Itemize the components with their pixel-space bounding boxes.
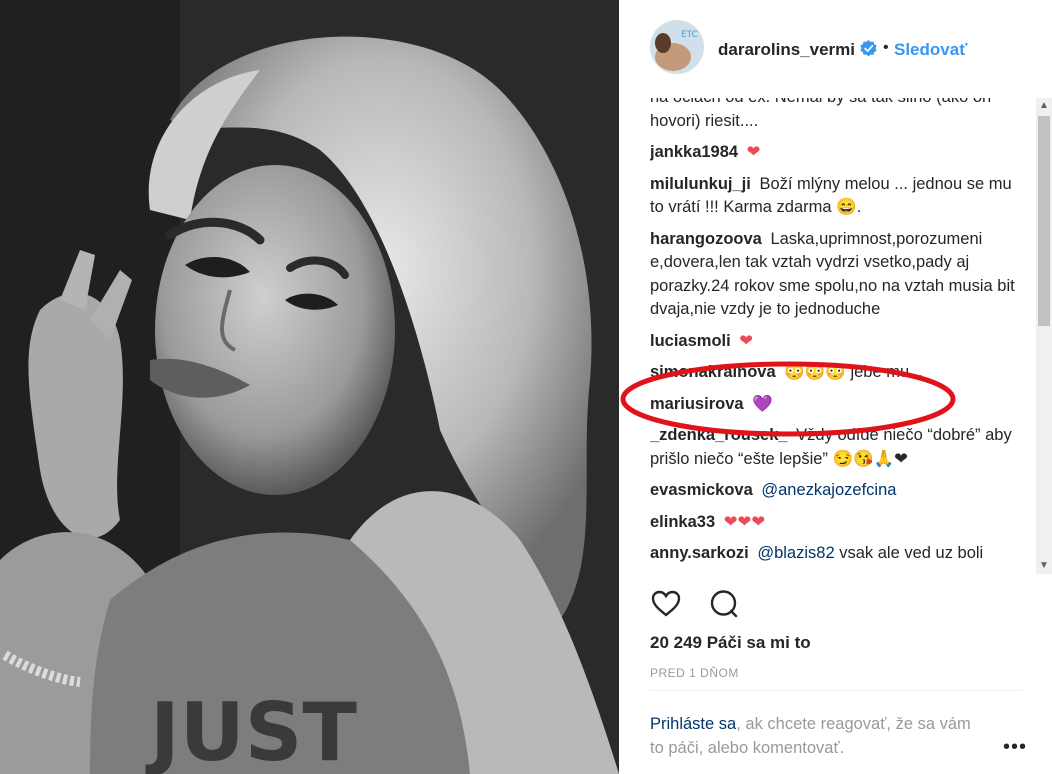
comment-username[interactable]: luciasmoli — [650, 332, 731, 350]
post-photo: JUST — [0, 0, 619, 774]
scroll-up-arrow-icon[interactable]: ▲ — [1036, 98, 1052, 114]
comment-text: jebe mu... — [850, 363, 923, 381]
comment-item: mariusirova 💜 — [650, 393, 1025, 417]
comment-text: na ociach od ex. Nemal by sa tak silno (… — [650, 98, 991, 130]
comment-item: anny.sarkozi @blazis82 vsak ale ved uz b… — [650, 542, 1025, 566]
post-timestamp: PRED 1 DŇOM — [650, 666, 739, 680]
comment-item: elinka33 ❤❤❤ — [650, 511, 1025, 535]
heart-outline-icon[interactable] — [650, 588, 682, 620]
comment-username[interactable]: anny.sarkozi — [650, 544, 749, 562]
emoji-group: 😏😘🙏❤ — [832, 449, 908, 468]
mention-link[interactable]: @blazis82 — [757, 544, 834, 562]
heart-emoji: ❤ — [746, 143, 761, 161]
scrollbar-thumb[interactable] — [1038, 116, 1050, 326]
comment-username[interactable]: mariusirova — [650, 395, 744, 413]
comment-username[interactable]: milulunkuj_ji — [650, 175, 751, 193]
likes-count[interactable]: 20 249 Páči sa mi to — [650, 633, 811, 653]
login-link[interactable]: Prihláste sa — [650, 715, 736, 733]
comment-item: evasmickova @anezkajozefcina — [650, 479, 1025, 503]
mention-link[interactable]: @anezkajozefcina — [761, 481, 896, 499]
comment-text: vsak ale ved uz boli — [839, 544, 984, 562]
username-link[interactable]: dararolins_vermi — [718, 40, 855, 60]
login-prompt: Prihláste sa, ak chcete reagovať, že sa … — [650, 712, 980, 760]
avatar-image: ETC — [651, 21, 703, 73]
avatar[interactable]: ETC — [650, 20, 704, 74]
avatar-badge-text: ETC — [681, 30, 698, 40]
speech-bubble-icon[interactable] — [708, 588, 740, 620]
post-actions — [650, 588, 762, 618]
comment-username[interactable]: _zdenka_rousek_ — [650, 426, 788, 444]
verified-badge-icon — [860, 40, 877, 57]
post-sidebar: ETC dararolins_vermi • Sledovať na ociac… — [619, 0, 1052, 774]
grin-emoji: 😄. — [836, 198, 862, 216]
hearts-emoji: ❤❤❤ — [723, 512, 766, 531]
comment-username[interactable]: simonakrainova — [650, 363, 776, 381]
comment-username[interactable]: jankka1984 — [650, 143, 738, 161]
comments-scrollbar[interactable]: ▲ ▼ — [1036, 98, 1052, 574]
purple-heart-emoji: 💜 — [752, 394, 773, 413]
svg-text:JUST: JUST — [145, 686, 357, 774]
divider — [650, 690, 1022, 691]
portrait-illustration: JUST — [0, 0, 619, 774]
comment-username[interactable]: harangozoova — [650, 230, 762, 248]
comment-item: na ociach od ex. Nemal by sa tak silno (… — [650, 98, 1025, 133]
more-options-icon[interactable]: ••• — [1003, 736, 1027, 759]
comment-item: milulunkuj_ji Boží mlýny melou ... jedno… — [650, 173, 1025, 220]
comment-username[interactable]: evasmickova — [650, 481, 753, 499]
comment-item: jankka1984 ❤ — [650, 141, 1025, 165]
scroll-down-arrow-icon[interactable]: ▼ — [1036, 558, 1052, 574]
comment-username[interactable]: elinka33 — [650, 513, 715, 531]
comments-list[interactable]: na ociach od ex. Nemal by sa tak silno (… — [650, 98, 1035, 574]
follow-button[interactable]: Sledovať — [894, 40, 967, 60]
flushed-emoji: 😳😳😳 — [784, 363, 846, 381]
header-separator: • — [883, 39, 889, 56]
heart-emoji: ❤ — [739, 331, 754, 350]
post-header: ETC dararolins_vermi • Sledovať — [619, 0, 1052, 98]
comment-item-highlighted: simonakrainova 😳😳😳 jebe mu... — [650, 361, 1025, 385]
comment-item: luciasmoli ❤ — [650, 330, 1025, 354]
comment-item: _zdenka_rousek_ Vždy odíde niečo “dobré”… — [650, 424, 1025, 471]
comment-item: harangozoova Laska,uprimnost,porozumeni … — [650, 228, 1025, 322]
